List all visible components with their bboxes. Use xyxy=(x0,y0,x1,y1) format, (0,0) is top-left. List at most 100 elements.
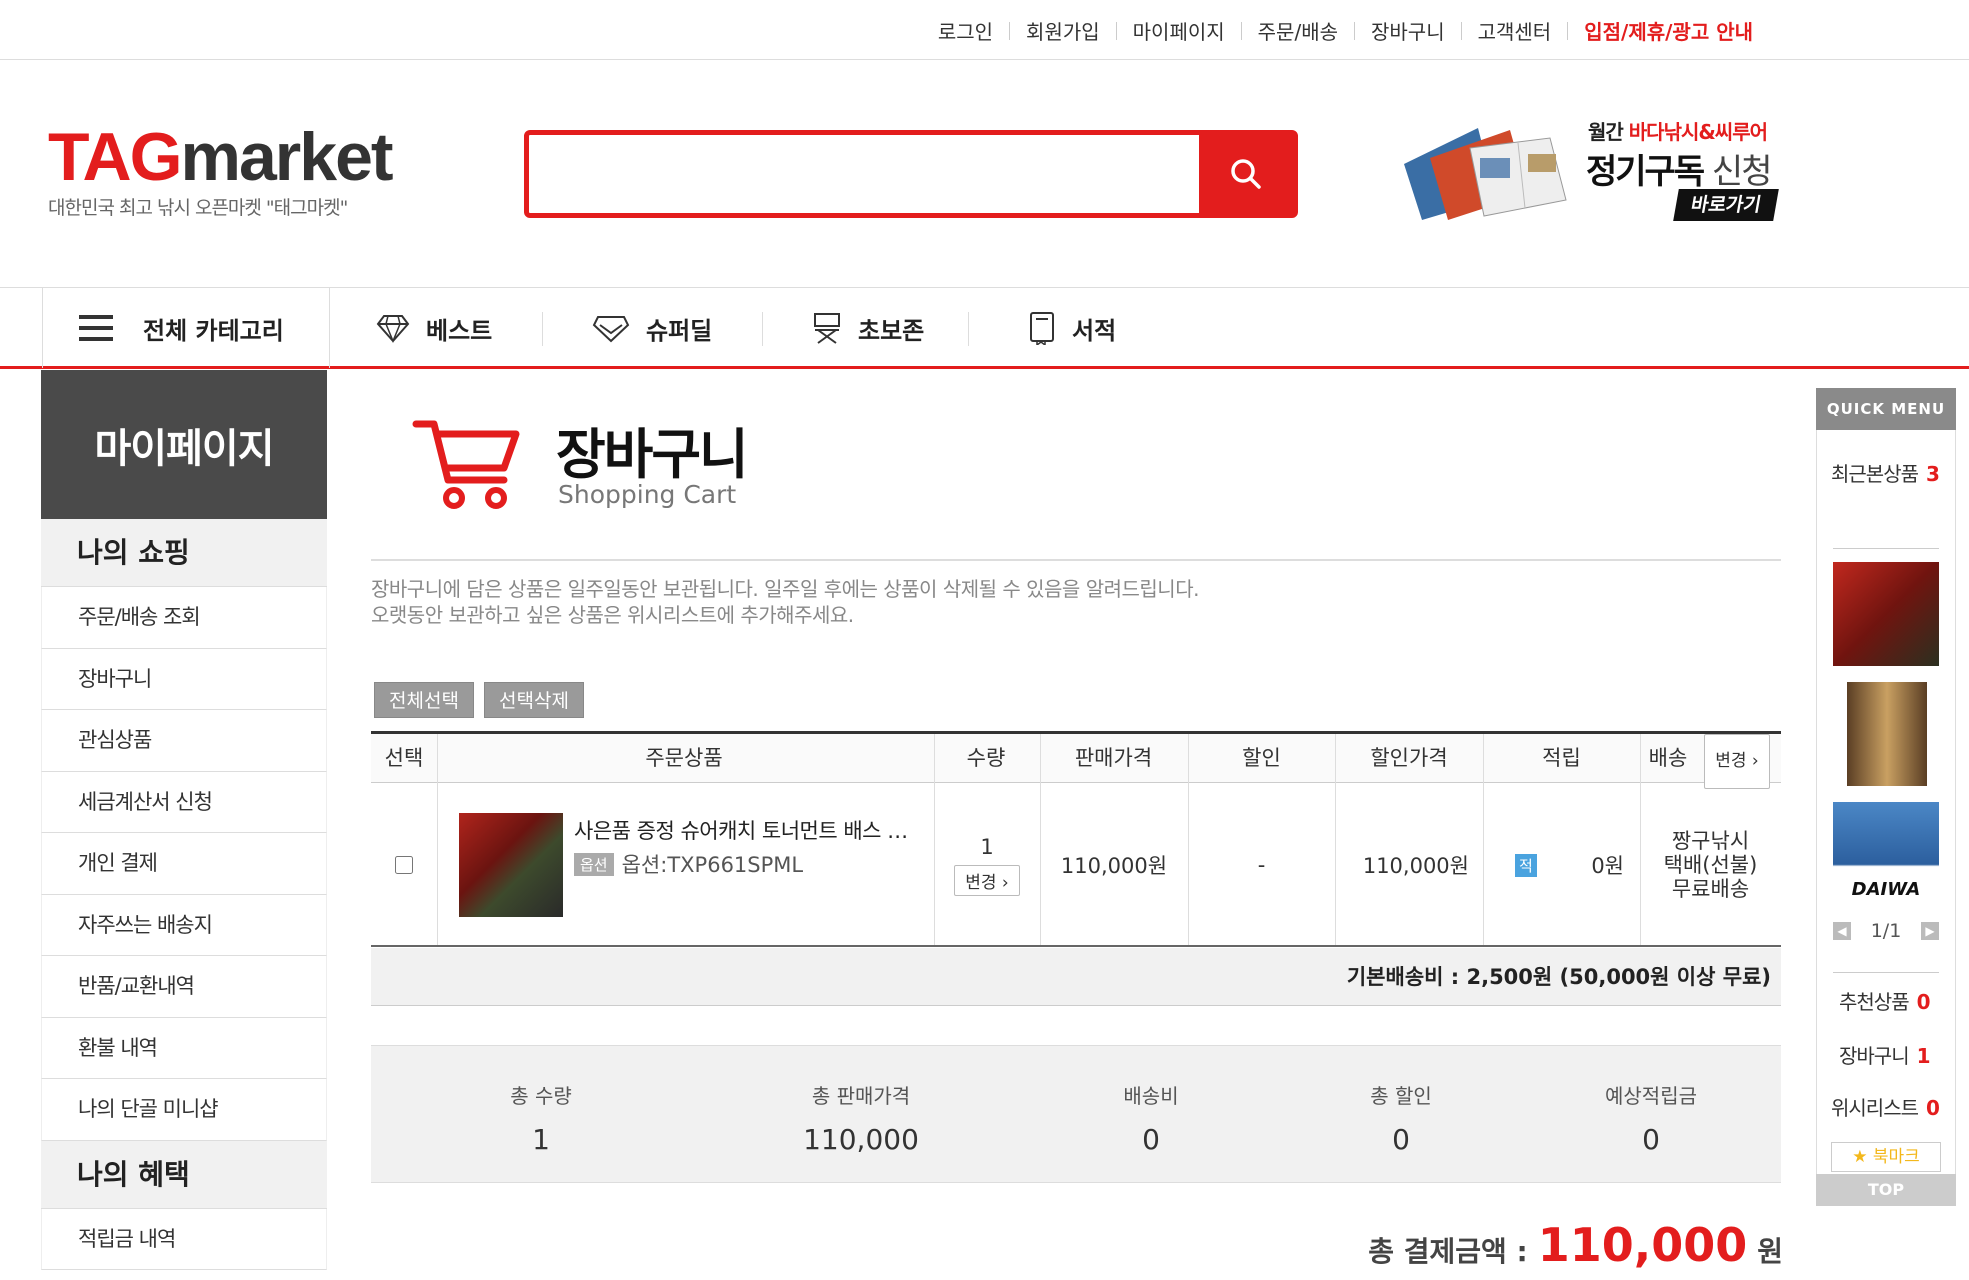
sidebar-item-personal-payment[interactable]: 개인 결제 xyxy=(41,833,327,895)
recent-thumb-3[interactable]: DAIWA xyxy=(1833,802,1939,906)
select-all-button[interactable]: 전체선택 xyxy=(374,682,474,718)
hamburger-icon xyxy=(79,315,113,341)
shipping-note: 기본배송비 : 2,500원 (50,000원 이상 무료) xyxy=(371,948,1781,1006)
total-amount: 110,000 xyxy=(1537,1218,1748,1272)
recent-products-link[interactable]: 최근본상품 3 xyxy=(1831,458,1940,487)
mypage-link[interactable]: 마이페이지 xyxy=(1117,16,1241,45)
site-logo[interactable]: TAGmarket 대한민국 최고 낚시 오픈마켓 "태그마켓" xyxy=(48,123,394,220)
shipping-cell: 짱구낚시 택배(선불) 무료배송 xyxy=(1640,783,1781,947)
col-product: 주문상품 xyxy=(645,746,723,770)
page-title: 장바구니 xyxy=(556,423,749,486)
all-categories-button[interactable]: 전체 카테고리 xyxy=(42,288,330,368)
cart-link[interactable]: 장바구니 xyxy=(1355,16,1461,45)
nav-beginner-label: 초보존 xyxy=(858,316,925,345)
login-link[interactable]: 로그인 xyxy=(922,16,1009,45)
summary-points-value: 0 xyxy=(1642,1123,1660,1156)
promo-go-button[interactable]: 바로가기 xyxy=(1673,189,1779,221)
summary-price-value: 110,000 xyxy=(803,1123,919,1156)
customer-center-link[interactable]: 고객센터 xyxy=(1462,16,1568,45)
all-categories-label: 전체 카테고리 xyxy=(143,316,284,345)
nav-best[interactable]: 베스트 xyxy=(376,288,492,368)
sidebar-item-points-history[interactable]: 적립금 내역 xyxy=(41,1208,327,1270)
shipping-change-wrapper: 변경 › xyxy=(1697,734,1777,789)
summary-disc-label: 총 할인 xyxy=(1370,1084,1432,1108)
product-name[interactable]: 사은품 증정 슈어캐치 토너먼트 배스 … xyxy=(574,815,914,845)
recent-thumb-2[interactable] xyxy=(1847,682,1927,786)
diamond-icon xyxy=(376,315,410,343)
recent-pager: ◀ 1/1 ▶ xyxy=(1833,920,1939,942)
summary-discount: 총 할인 0 xyxy=(1301,1046,1501,1184)
next-arrow-icon[interactable]: ▶ xyxy=(1920,922,1939,940)
qm-wishlist-link[interactable]: 위시리스트 0 xyxy=(1831,1092,1940,1121)
search-button[interactable] xyxy=(1199,135,1293,213)
book-icon xyxy=(1030,312,1054,345)
cart-table: 선택 주문상품 수량 판매가격 할인 할인가격 적립 배송 변경 › 사은품 증… xyxy=(371,731,1781,947)
top-links: 로그인 회원가입 마이페이지 주문/배송 장바구니 고객센터 입점/제휴/광고 … xyxy=(922,16,1769,45)
mypage-sidebar: 마이페이지 나의 쇼핑 주문/배송 조회 장바구니 관심상품 세금계산서 신청 … xyxy=(41,370,327,1270)
scroll-top-button[interactable]: TOP xyxy=(1816,1174,1956,1206)
summary-qty-value: 1 xyxy=(532,1123,550,1156)
shipping-change-button[interactable]: 변경 › xyxy=(1704,734,1770,789)
option-tag: 옵션 xyxy=(574,852,614,876)
option-value: 옵션:TXP661SPML xyxy=(621,853,804,877)
promo-line2: 정기구독 신청 xyxy=(1586,152,1773,192)
notice-line-1: 장바구니에 담은 상품은 일주일동안 보관됩니다. 일주일 후에는 상품이 삭제… xyxy=(371,577,1199,601)
total-label: 총 결제금액 : xyxy=(1368,1235,1528,1268)
logo-subtitle: 대한민국 최고 낚시 오픈마켓 "태그마켓" xyxy=(48,197,348,219)
partner-ad-link[interactable]: 입점/제휴/광고 안내 xyxy=(1568,16,1769,45)
nav-books-label: 서적 xyxy=(1072,316,1117,345)
divider xyxy=(1640,734,1641,783)
summary-shipping: 배송비 0 xyxy=(1051,1046,1251,1184)
qm-cart-link[interactable]: 장바구니 1 xyxy=(1839,1040,1931,1069)
row-checkbox[interactable] xyxy=(395,856,413,874)
order-delivery-link[interactable]: 주문/배송 xyxy=(1242,16,1354,45)
recommend-link[interactable]: 추천상품 0 xyxy=(1839,986,1931,1015)
col-discount: 할인 xyxy=(1242,746,1281,770)
subscription-banner[interactable]: 월간 바다낚시&씨루어 정기구독 신청 바로가기 xyxy=(1400,112,1780,232)
search-box xyxy=(524,130,1298,218)
sidebar-item-favorite-shops[interactable]: 나의 단골 미니샵 xyxy=(41,1079,327,1141)
nav-superdeal[interactable]: 슈퍼딜 xyxy=(592,288,712,368)
sidebar-item-returns[interactable]: 반품/교환내역 xyxy=(41,956,327,1018)
signup-link[interactable]: 회원가입 xyxy=(1010,16,1116,45)
qty-cell: 1 변경 › xyxy=(934,783,1040,947)
search-input[interactable] xyxy=(529,135,1199,213)
recent-thumb-1[interactable] xyxy=(1833,562,1939,666)
bookmark-button[interactable]: ★ 북마크 xyxy=(1831,1142,1941,1172)
logo-tag-text: TAG xyxy=(48,119,182,195)
total-payment: 총 결제금액 : 110,000 원 xyxy=(1368,1218,1783,1272)
product-thumbnail[interactable] xyxy=(459,813,563,917)
delete-selected-button[interactable]: 선택삭제 xyxy=(484,682,584,718)
quick-menu: QUICK MENU 최근본상품 3 DAIWA ◀ 1/1 ▶ 추천상품 0 장바… xyxy=(1816,388,1956,1190)
divider xyxy=(1833,972,1939,973)
shopping-cart-icon xyxy=(412,420,520,509)
sidebar-item-wishlist[interactable]: 관심상품 xyxy=(41,710,327,772)
summary-qty-label: 총 수량 xyxy=(510,1084,572,1108)
nav-beginner[interactable]: 초보존 xyxy=(812,288,924,368)
sidebar-item-refunds[interactable]: 환불 내역 xyxy=(41,1017,327,1079)
sidebar-item-frequent-address[interactable]: 자주쓰는 배송지 xyxy=(41,894,327,956)
qty-change-button[interactable]: 변경 › xyxy=(954,864,1020,896)
sidebar-item-order-lookup[interactable]: 주문/배송 조회 xyxy=(41,587,327,649)
cart-row: 사은품 증정 슈어캐치 토너먼트 배스 … 옵션 옵션:TXP661SPML 1… xyxy=(371,783,1781,947)
logo-market-text: market xyxy=(180,119,394,195)
shipping-seller: 짱구낚시 xyxy=(1671,829,1750,853)
sidebar-item-cart[interactable]: 장바구니 xyxy=(41,648,327,710)
prev-arrow-icon[interactable]: ◀ xyxy=(1833,922,1851,940)
qty-value: 1 xyxy=(980,834,994,859)
magazine-image xyxy=(1404,128,1567,220)
nav-books[interactable]: 서적 xyxy=(1028,288,1116,368)
recent-page: 1/1 xyxy=(1870,920,1902,942)
nav-best-label: 베스트 xyxy=(426,316,493,345)
col-select: 선택 xyxy=(384,746,424,770)
summary-disc-value: 0 xyxy=(1392,1123,1410,1156)
sidebar-section-my-shopping: 나의 쇼핑 xyxy=(41,519,327,587)
divider xyxy=(968,312,969,346)
nav-superdeal-label: 슈퍼딜 xyxy=(646,316,713,345)
divider xyxy=(371,559,1781,561)
summary-price-label: 총 판매가격 xyxy=(811,1084,911,1108)
daiwa-brand: DAIWA xyxy=(1851,879,1921,900)
chair-icon xyxy=(814,313,840,344)
sidebar-item-tax-invoice[interactable]: 세금계산서 신청 xyxy=(41,771,327,833)
sidebar-title: 마이페이지 xyxy=(41,370,327,519)
